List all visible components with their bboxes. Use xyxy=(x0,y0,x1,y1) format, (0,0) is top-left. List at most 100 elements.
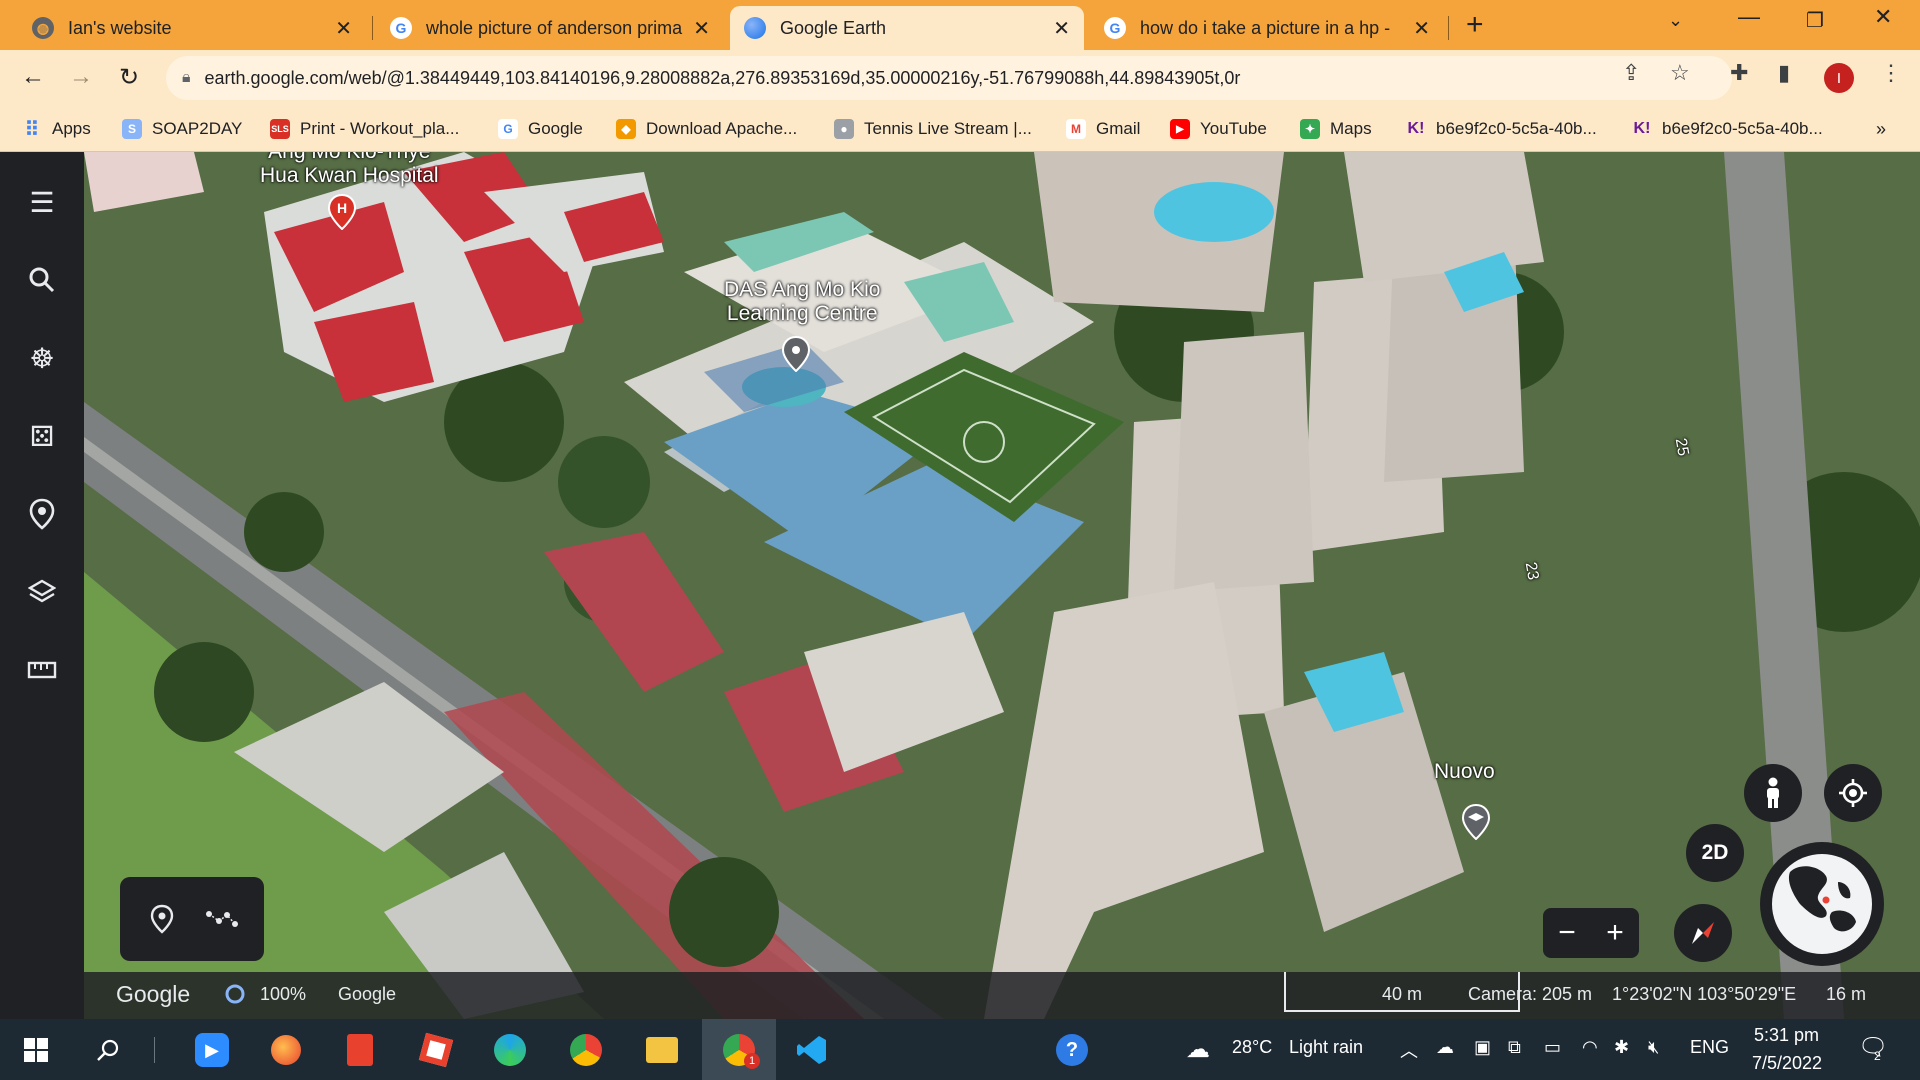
tab-google-earth[interactable]: Google Earth ✕ xyxy=(730,6,1084,50)
chrome-app-icon[interactable] xyxy=(566,1031,606,1069)
bookmark-kahoot-2[interactable]: K! b6e9f2c0-5c5a-40b... xyxy=(1632,116,1823,142)
volume-muted-icon[interactable]: 🔇︎ xyxy=(1648,1037,1659,1058)
google-icon: G xyxy=(498,119,518,139)
minimize-icon[interactable]: — xyxy=(1738,4,1760,30)
show-hidden-icons-chevron-icon[interactable]: ︿ xyxy=(1400,1037,1418,1063)
restore-icon[interactable]: ❐ xyxy=(1806,8,1824,33)
hospital-pin-icon[interactable]: H xyxy=(328,194,356,230)
meet-now-icon[interactable]: ▣ xyxy=(1474,1037,1491,1058)
add-placemark-icon[interactable] xyxy=(142,899,182,939)
address-bar[interactable]: 🔒︎ earth.google.com/web/@1.38449449,103.… xyxy=(166,56,1732,100)
pegman-street-view-icon[interactable] xyxy=(1744,764,1802,822)
antivirus-icon[interactable]: ✱ xyxy=(1614,1037,1629,1058)
data-attribution[interactable]: Google xyxy=(338,984,396,1005)
file-explorer-icon[interactable] xyxy=(642,1031,682,1069)
vscode-app-icon[interactable] xyxy=(792,1031,832,1069)
voyager-icon[interactable]: ☸ xyxy=(22,338,62,378)
bookmark-kahoot-1[interactable]: K! b6e9f2c0-5c5a-40b... xyxy=(1406,116,1597,142)
tab-search-chevron-icon[interactable]: ⌄ xyxy=(1668,10,1683,31)
close-tab-icon[interactable]: ✕ xyxy=(335,16,352,41)
weather-temperature[interactable]: 28°C xyxy=(1232,1037,1272,1058)
map-label-nuovo[interactable]: Nuovo xyxy=(1434,760,1495,784)
bookmark-apps[interactable]: ⠿ Apps xyxy=(22,116,91,142)
chrome-active-app-icon[interactable]: 1 xyxy=(702,1019,776,1080)
clock-date[interactable]: 7/5/2022 xyxy=(1752,1053,1822,1074)
bookmark-google[interactable]: G Google xyxy=(498,116,583,142)
building-number-label: 23 xyxy=(1521,560,1542,582)
zoom-out-icon[interactable]: − xyxy=(1547,914,1587,952)
google-earth-icon xyxy=(744,17,766,39)
lock-icon[interactable]: 🔒︎ xyxy=(182,69,191,87)
draw-path-icon[interactable] xyxy=(202,899,242,939)
feeling-lucky-icon[interactable]: ⚄ xyxy=(22,416,62,456)
tab-title: whole picture of anderson prima xyxy=(426,17,683,38)
more-bookmarks-icon[interactable]: » xyxy=(1876,116,1886,142)
weather-cloud-icon[interactable]: ☁ xyxy=(1186,1035,1210,1064)
new-tab-icon[interactable]: + xyxy=(1466,8,1484,42)
firefox-app-icon[interactable] xyxy=(266,1031,306,1069)
close-window-icon[interactable]: ✕ xyxy=(1874,4,1892,30)
reload-icon[interactable]: ↻ xyxy=(112,60,146,94)
close-tab-icon[interactable]: ✕ xyxy=(693,16,710,41)
tab-search-hp-picture[interactable]: G how do i take a picture in a hp - ✕ xyxy=(1090,6,1444,50)
display-icon[interactable]: ⧉ xyxy=(1508,1037,1521,1058)
zoom-app-icon[interactable]: ▶ xyxy=(192,1031,232,1069)
compass-icon[interactable] xyxy=(1674,904,1732,962)
extensions-icon[interactable]: ✚ xyxy=(1730,60,1748,86)
bookmark-maps[interactable]: ✦ Maps xyxy=(1300,116,1372,142)
close-tab-icon[interactable]: ✕ xyxy=(1413,16,1430,41)
bookmark-apache[interactable]: ◆ Download Apache... xyxy=(616,116,797,142)
bookmark-tennis[interactable]: ● Tennis Live Stream |... xyxy=(834,116,1032,142)
bookmark-gmail[interactable]: M Gmail xyxy=(1066,116,1140,142)
aerial-imagery xyxy=(84,152,1920,1019)
my-location-icon[interactable] xyxy=(1824,764,1882,822)
bookmark-youtube[interactable]: ▶ YouTube xyxy=(1170,116,1267,142)
edge-app-icon[interactable] xyxy=(490,1031,530,1069)
bookmark-star-icon[interactable]: ☆ xyxy=(1670,60,1690,86)
map-canvas[interactable]: Ang Mo Kio-Thye Hua Kwan Hospital H DAS … xyxy=(84,152,1920,1019)
globe-minimap[interactable] xyxy=(1760,842,1884,966)
taskbar-search-icon[interactable] xyxy=(88,1031,128,1069)
tab-ians-website[interactable]: ◍ Ian's website ✕ xyxy=(18,6,366,50)
close-tab-icon[interactable]: ✕ xyxy=(1053,16,1070,41)
projects-icon[interactable] xyxy=(22,494,62,534)
measure-ruler-icon[interactable] xyxy=(22,650,62,690)
forward-icon[interactable]: → xyxy=(64,60,98,94)
place-pin-icon[interactable] xyxy=(782,336,810,372)
url-text: earth.google.com/web/@1.38449449,103.841… xyxy=(204,67,1241,88)
office-app-icon[interactable] xyxy=(340,1031,380,1069)
google-logo: Google xyxy=(116,981,191,1007)
onedrive-icon[interactable]: ☁ xyxy=(1436,1037,1454,1058)
profile-avatar[interactable]: I xyxy=(1824,63,1854,93)
coordinates-readout[interactable]: 1°23'02"N 103°50'29"E xyxy=(1612,984,1796,1005)
bookmark-workout[interactable]: SLS Print - Workout_pla... xyxy=(270,116,459,142)
windows-start-icon[interactable] xyxy=(16,1031,56,1069)
bookmark-soap2day[interactable]: S SOAP2DAY xyxy=(122,116,242,142)
menu-icon[interactable]: ☰ xyxy=(22,182,62,222)
map-label-das-learning-centre[interactable]: DAS Ang Mo Kio Learning Centre xyxy=(724,278,880,326)
scale-label: 40 m xyxy=(1382,984,1423,1004)
back-icon[interactable]: ← xyxy=(16,60,50,94)
more-menu-icon[interactable]: ⋮ xyxy=(1880,60,1902,86)
map-label-hospital[interactable]: Ang Mo Kio-Thye Hua Kwan Hospital xyxy=(260,152,439,188)
earth-status-bar: Google 100% Google 40 m Camera: 205 m 1°… xyxy=(84,972,1920,1019)
clock-time[interactable]: 5:31 pm xyxy=(1754,1025,1819,1046)
roblox-app-icon[interactable] xyxy=(416,1031,456,1069)
weather-description[interactable]: Light rain xyxy=(1289,1037,1363,1058)
side-panel-icon[interactable]: ▮ xyxy=(1778,60,1790,86)
search-icon[interactable] xyxy=(22,260,62,300)
input-language[interactable]: ENG xyxy=(1690,1037,1729,1058)
help-icon[interactable]: ? xyxy=(1052,1031,1092,1069)
bookmark-label: Maps xyxy=(1330,119,1372,138)
school-pin-icon[interactable] xyxy=(1462,804,1490,840)
tab-search-anderson[interactable]: G whole picture of anderson prima ✕ xyxy=(376,6,724,50)
share-icon[interactable]: ⇪ xyxy=(1622,60,1640,86)
ground-elevation: 16 m xyxy=(1826,984,1867,1004)
toggle-2d-button[interactable]: 2D xyxy=(1686,824,1744,882)
google-icon: G xyxy=(390,17,412,39)
battery-icon[interactable]: ▭ xyxy=(1544,1037,1561,1058)
wifi-icon[interactable]: ◠ xyxy=(1582,1037,1598,1058)
taskbar-divider xyxy=(154,1037,155,1063)
map-style-layers-icon[interactable] xyxy=(22,572,62,612)
zoom-in-icon[interactable]: + xyxy=(1595,914,1635,952)
